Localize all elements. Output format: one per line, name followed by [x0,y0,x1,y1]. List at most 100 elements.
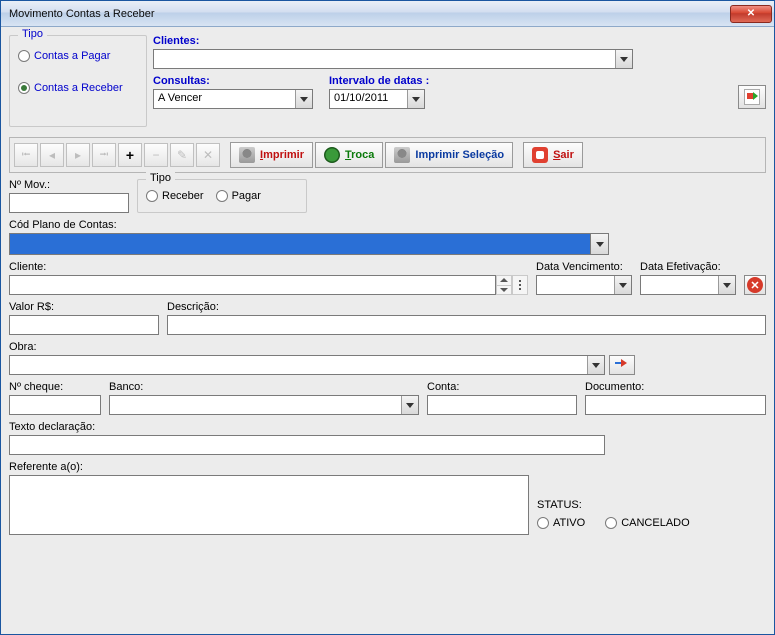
chevron-down-icon[interactable] [615,50,632,68]
filter-right-column: Clientes: Consultas: A Vencer [153,35,766,127]
imprimir-selecao-label: Imprimir Seleção [415,149,504,161]
nav-delete-button[interactable]: − [144,143,168,167]
chevron-down-icon[interactable] [587,356,604,374]
cliente-label: Cliente: [9,261,528,273]
obra-action-button[interactable] [609,355,635,375]
valor-input[interactable] [9,315,159,335]
printer-icon [239,147,255,163]
data-efetivacao-combo[interactable] [640,275,736,295]
clientes-field: Clientes: [153,35,766,69]
cliente-spinner[interactable] [496,275,512,295]
chevron-down-icon[interactable] [407,90,424,108]
radio-label: Contas a Pagar [34,50,110,62]
chevron-down-icon[interactable] [718,276,735,294]
cliente-input[interactable] [9,275,496,295]
cod-plano-label: Cód Plano de Contas: [9,219,766,231]
valor-field: Valor R$: [9,301,159,335]
consultas-combo[interactable]: A Vencer [153,89,313,109]
row-nmov-tipo: Nº Mov.: Tipo Receber Pagar [9,179,766,213]
data-vencimento-label: Data Vencimento: [536,261,632,273]
window-frame: Movimento Contas a Receber ✕ Tipo Contas… [0,0,775,635]
clientes-label: Clientes: [153,35,766,47]
conta-input[interactable] [427,395,577,415]
chevron-down-icon[interactable] [614,276,631,294]
sair-button[interactable]: Sair [523,142,583,168]
radio-receber[interactable]: Receber [146,190,204,202]
nav-cancel-button[interactable]: ✕ [196,143,220,167]
data-efetivacao-value [641,276,718,294]
referente-field: Referente a(o): [9,461,529,535]
referente-label: Referente a(o): [9,461,529,473]
data-vencimento-combo[interactable] [536,275,632,295]
conta-label: Conta: [427,381,577,393]
chevron-down-icon[interactable] [401,396,418,414]
imprimir-button[interactable]: Imprimir [230,142,313,168]
cod-plano-field: Cód Plano de Contas: [9,219,766,255]
stop-icon [532,147,548,163]
nav-insert-button[interactable]: + [118,143,142,167]
form-area: Nº Mov.: Tipo Receber Pagar [9,179,766,535]
window-close-button[interactable]: ✕ [730,5,772,23]
imprimir-selecao-button[interactable]: Imprimir Seleção [385,142,513,168]
ncheque-input[interactable] [9,395,101,415]
documento-field: Documento: [585,381,766,415]
valor-label: Valor R$: [9,301,159,313]
nav-edit-button[interactable]: ✎ [170,143,194,167]
radio-pagar[interactable]: Pagar [216,190,261,202]
nav-next-button[interactable]: ▸ [66,143,90,167]
data-vencimento-value [537,276,614,294]
radio-icon [146,190,158,202]
nav-prev-button[interactable]: ◂ [40,143,64,167]
radio-contas-a-pagar[interactable]: Contas a Pagar [18,50,138,62]
radio-icon [216,190,228,202]
radio-label: Receber [162,190,204,202]
consultas-label: Consultas: [153,75,313,87]
chevron-down-icon[interactable] [295,90,312,108]
cliente-lookup-button[interactable] [512,275,528,295]
nav-last-button[interactable]: ⭲ [92,143,116,167]
intervalo-date-combo[interactable]: 01/10/2011 [329,89,425,109]
status-area: STATUS: ATIVO CANCELADO [537,499,766,535]
client-area: Tipo Contas a Pagar Contas a Receber Cli… [1,27,774,634]
banco-label: Banco: [109,381,419,393]
obra-label: Obra: [9,341,766,353]
ncheque-label: Nº cheque: [9,381,101,393]
chevron-down-icon[interactable] [590,234,608,254]
banco-value [110,396,401,414]
intervalo-label: Intervalo de datas : [329,75,429,87]
cod-plano-combo[interactable] [9,233,609,255]
clear-date-button[interactable]: ✕ [744,275,766,295]
printer-icon [394,147,410,163]
nav-first-button[interactable]: ⭰ [14,143,38,167]
filter-panel: Tipo Contas a Pagar Contas a Receber Cli… [9,35,766,127]
texto-declaracao-input[interactable] [9,435,605,455]
group-tipo-form-title: Tipo [146,172,175,184]
radio-status-cancelado[interactable]: CANCELADO [605,517,689,529]
nmov-input[interactable] [9,193,129,213]
action-button[interactable] [738,85,766,109]
obra-combo[interactable] [9,355,605,375]
texto-declaracao-field: Texto declaração: [9,421,766,455]
window-title: Movimento Contas a Receber [9,8,730,20]
descricao-input[interactable] [167,315,766,335]
troca-button[interactable]: Troca [315,142,383,168]
clientes-value [154,50,615,68]
banco-combo[interactable] [109,395,419,415]
consulta-row: Consultas: A Vencer Intervalo de datas :… [153,75,766,109]
intervalo-field: Intervalo de datas : 01/10/2011 [329,75,429,109]
radio-label: ATIVO [553,517,585,529]
radio-status-ativo[interactable]: ATIVO [537,517,585,529]
row-referente-status: Referente a(o): STATUS: ATIVO CANCELADO [9,461,766,535]
documento-input[interactable] [585,395,766,415]
action-icon [744,89,760,105]
data-efetivacao-label: Data Efetivação: [640,261,736,273]
nmov-label: Nº Mov.: [9,179,129,191]
clientes-combo[interactable] [153,49,633,69]
data-vencimento-field: Data Vencimento: [536,261,632,295]
radio-contas-a-receber[interactable]: Contas a Receber [18,82,138,94]
transfer-icon [615,358,629,372]
imprimir-label-rest: mprimir [263,149,304,161]
referente-textarea[interactable] [9,475,529,535]
radio-label: CANCELADO [621,517,689,529]
globe-icon [324,147,340,163]
